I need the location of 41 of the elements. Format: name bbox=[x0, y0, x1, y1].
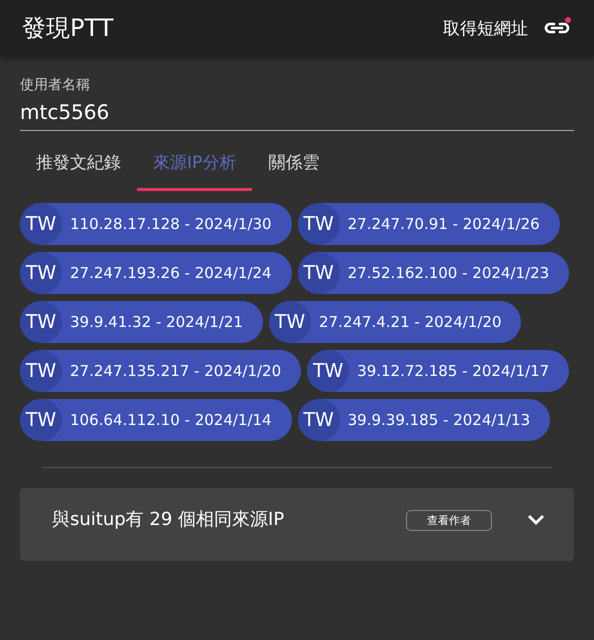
chip-text: 39.12.72.185 - 2024/1/17 bbox=[357, 362, 550, 380]
tab[interactable]: 關係雲 bbox=[252, 139, 336, 191]
country-avatar: TW bbox=[268, 301, 311, 343]
panel-title: 與suitup有 29 個相同來源IP bbox=[52, 508, 286, 532]
tab[interactable]: 推發文紀錄 bbox=[20, 139, 137, 191]
field-label: 使用者名稱 bbox=[20, 76, 91, 94]
ip-chip[interactable]: TW 27.247.193.26 - 2024/1/24 bbox=[20, 252, 292, 294]
expansion-panel[interactable]: 與suitup有 29 個相同來源IP 查看作者 bbox=[20, 488, 574, 561]
ip-chip[interactable]: TW 110.28.17.128 - 2024/1/30 bbox=[20, 203, 292, 245]
country-avatar: TW bbox=[20, 203, 62, 245]
chip-text: 27.247.135.217 - 2024/1/20 bbox=[70, 362, 282, 380]
country-avatar: TW bbox=[298, 252, 340, 294]
ip-chip[interactable]: TW 39.9.39.185 - 2024/1/13 bbox=[298, 399, 550, 441]
ip-chip[interactable]: TW 27.52.162.100 - 2024/1/23 bbox=[298, 252, 570, 294]
chip-text: 110.28.17.128 - 2024/1/30 bbox=[70, 215, 272, 233]
ip-chip[interactable]: TW 27.247.70.91 - 2024/1/26 bbox=[298, 203, 560, 245]
short-url-button[interactable]: 取得短網址 bbox=[443, 16, 528, 40]
chip-text: 106.64.112.10 - 2024/1/14 bbox=[70, 411, 272, 429]
app-title: 發現PTT bbox=[22, 13, 114, 44]
chip-text: 27.247.193.26 - 2024/1/24 bbox=[70, 264, 272, 282]
country-avatar: TW bbox=[20, 252, 62, 294]
ip-chip[interactable]: TW 39.9.41.32 - 2024/1/21 bbox=[20, 301, 263, 343]
ip-chip[interactable]: TW 106.64.112.10 - 2024/1/14 bbox=[20, 399, 292, 441]
chip-text: 39.9.39.185 - 2024/1/13 bbox=[348, 411, 530, 429]
country-avatar: TW bbox=[298, 203, 340, 245]
username-field[interactable]: 使用者名稱 mtc5566 bbox=[20, 76, 574, 131]
chip-text: 27.247.70.91 - 2024/1/26 bbox=[348, 215, 540, 233]
country-avatar: TW bbox=[20, 350, 62, 392]
view-author-button[interactable]: 查看作者 bbox=[406, 510, 492, 531]
country-avatar: TW bbox=[307, 350, 350, 392]
field-value: mtc5566 bbox=[20, 100, 110, 124]
chip-text: 27.52.162.100 - 2024/1/23 bbox=[348, 264, 550, 282]
country-avatar: TW bbox=[20, 399, 62, 441]
country-avatar: TW bbox=[20, 301, 62, 343]
country-avatar: TW bbox=[298, 399, 340, 441]
ip-chip[interactable]: TW 27.247.135.217 - 2024/1/20 bbox=[20, 350, 302, 392]
chip-text: 39.9.41.32 - 2024/1/21 bbox=[70, 313, 243, 331]
ip-chip[interactable]: TW 39.12.72.185 - 2024/1/17 bbox=[307, 350, 570, 392]
ip-chip[interactable]: TW 27.247.4.21 - 2024/1/20 bbox=[268, 301, 522, 343]
chip-text: 27.247.4.21 - 2024/1/20 bbox=[318, 313, 502, 331]
chevron-icon[interactable] bbox=[526, 513, 546, 528]
